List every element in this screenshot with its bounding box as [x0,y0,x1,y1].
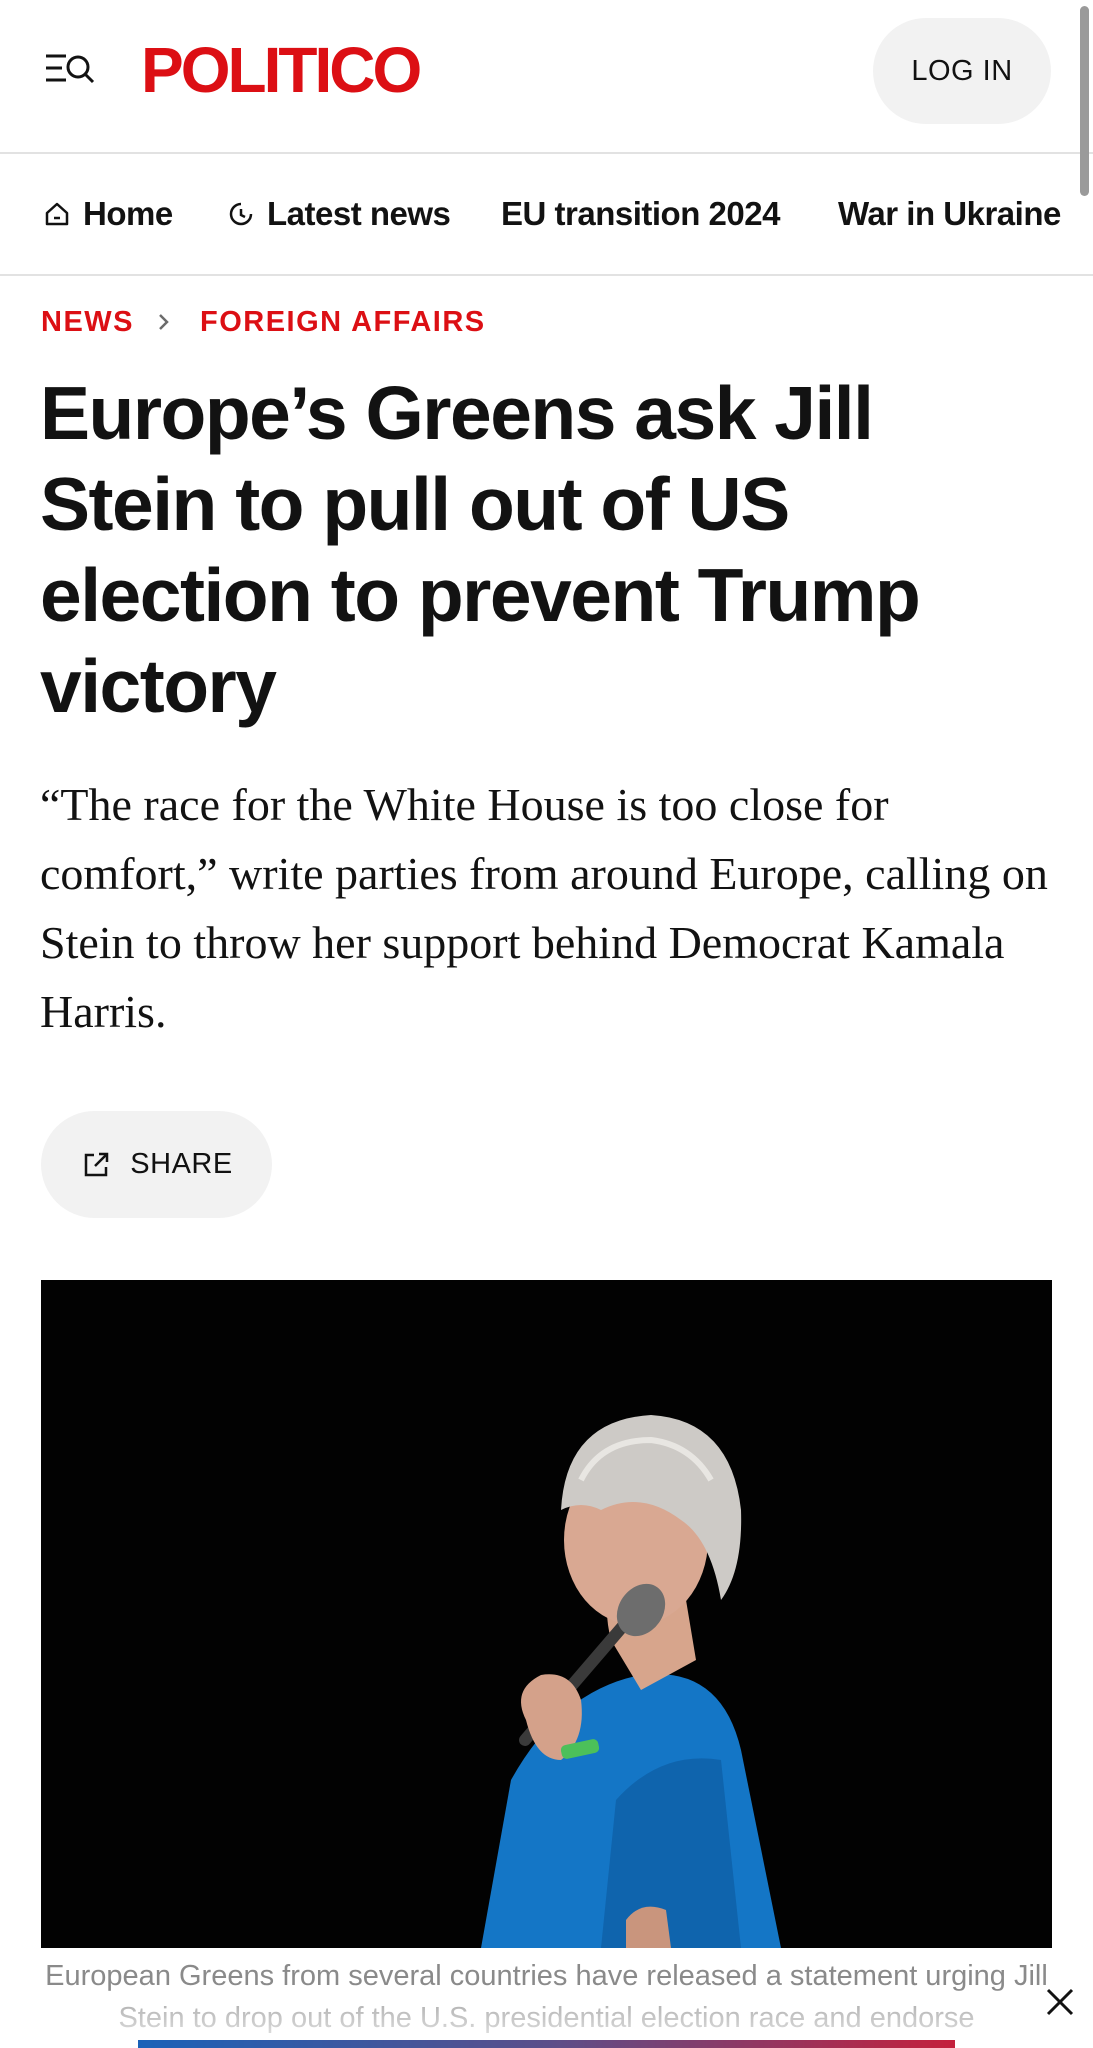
home-icon [45,202,69,226]
article-dek: “The race for the White House is too clo… [40,779,1048,1037]
nav-item-war-in-ukraine[interactable]: War in Ukraine [838,190,1061,238]
chevron-right-icon [156,310,172,334]
nav-item-label: EU transition 2024 [501,195,780,232]
menu-search-icon[interactable] [44,50,100,90]
clock-icon [229,202,253,226]
nav-item-label: Latest news [267,195,451,232]
article-headline: Europe’s Greens ask Jill Stein to pull o… [40,371,921,728]
nav-item-label: Home [83,195,173,232]
nav-item-latest-news[interactable]: Latest news [227,190,451,238]
ad-banner-strip[interactable] [138,2040,955,2048]
share-label: SHARE [130,1148,233,1180]
breadcrumb-foreign-affairs[interactable]: FOREIGN AFFAIRS [200,306,486,339]
photo-caption: European Greens from several countries h… [45,1960,1048,2034]
share-button[interactable]: SHARE [41,1111,272,1218]
close-icon[interactable] [1040,1982,1080,2022]
login-button[interactable]: LOG IN [873,18,1051,124]
nav-item-home[interactable]: Home [43,190,173,238]
section-nav: Home Latest news EU transition 2024 War … [0,154,1093,276]
nav-item-label: War in Ukraine [838,195,1061,232]
article-photo [41,1280,1052,1948]
politico-logo[interactable]: POLITICO [141,34,422,106]
site-header: POLITICO LOG IN [0,0,1093,196]
breadcrumb: NEWS FOREIGN AFFAIRS [41,302,486,342]
breadcrumb-news[interactable]: NEWS [41,306,134,339]
share-icon [85,1152,109,1176]
nav-item-eu-transition[interactable]: EU transition 2024 [501,190,780,238]
